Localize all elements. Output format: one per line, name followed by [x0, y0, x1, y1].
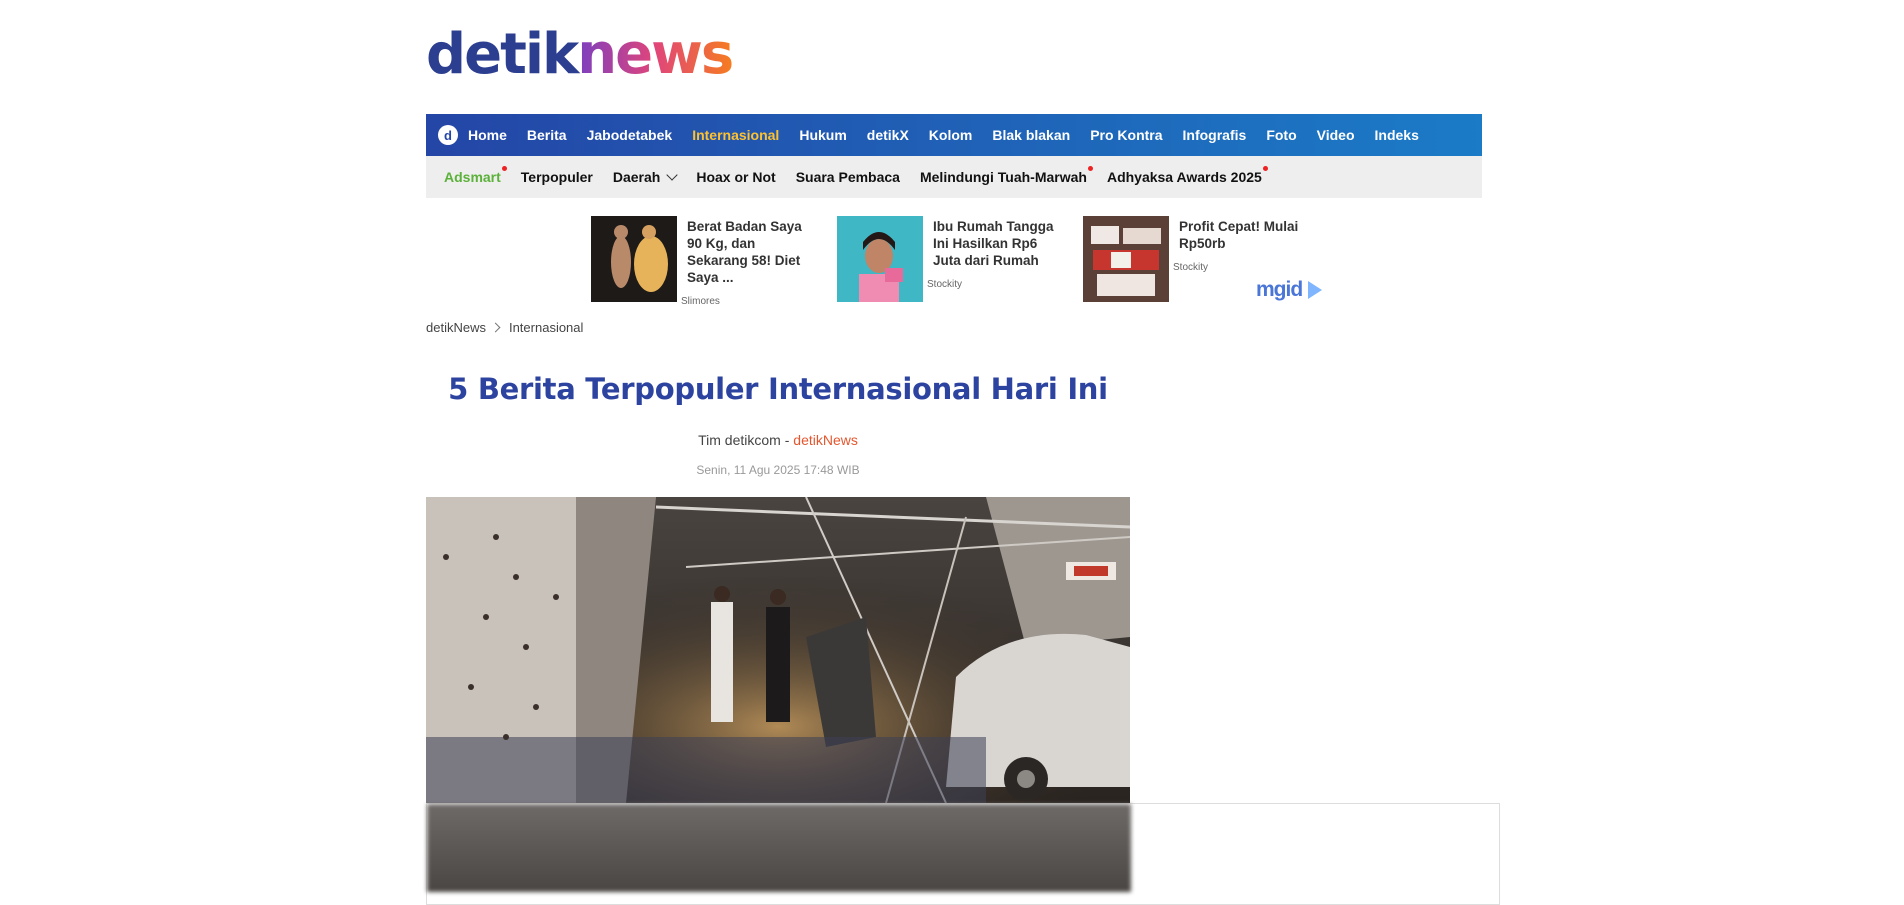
ad-source: Stockity — [1173, 262, 1209, 273]
nav-item-indeks[interactable]: Indeks — [1375, 127, 1419, 143]
subnav-item-adsmart[interactable]: Adsmart — [444, 166, 507, 185]
subnav-item-hoax-or-not[interactable]: Hoax or Not — [696, 169, 775, 185]
ad-title: Ibu Rumah Tangga Ini Hasilkan Rp6 Juta d… — [933, 219, 1054, 268]
subnav-label: Daerah — [612, 169, 661, 185]
logo-text-detik: detik — [426, 22, 579, 87]
sponsored-ads: Berat Badan Saya 90 Kg, dan Sekarang 58!… — [591, 216, 1331, 307]
nav-item-video[interactable]: Video — [1317, 127, 1355, 143]
sticky-ad-overlay[interactable] — [426, 803, 1500, 905]
article-source[interactable]: detikNews — [793, 432, 858, 448]
blurred-image — [427, 804, 1131, 892]
breadcrumb: detikNews Internasional — [426, 320, 583, 335]
nav-item-jabodetabek[interactable]: Jabodetabek — [587, 127, 673, 143]
byline-separator: - — [780, 432, 794, 448]
nav-item-detikx[interactable]: detikX — [867, 127, 909, 143]
mgid-logo[interactable]: mgid — [1256, 278, 1323, 302]
article-title: 5 Berita Terpopuler Internasional Hari I… — [448, 372, 1108, 406]
subnav-item-melindungi[interactable]: Melindungi Tuah-Marwah — [919, 166, 1093, 185]
ad-thumbnail — [591, 216, 677, 302]
ad-source: Slimores — [681, 296, 720, 307]
nav-item-home[interactable]: Home — [468, 127, 507, 143]
play-icon — [1308, 281, 1323, 300]
article-author: Tim detikcom — [698, 432, 781, 448]
ad-title: Berat Badan Saya 90 Kg, dan Sekarang 58!… — [687, 219, 802, 285]
new-dot-icon — [1262, 166, 1268, 171]
chevron-right-icon — [490, 322, 501, 333]
ad-card[interactable]: Ibu Rumah Tangga Ini Hasilkan Rp6 Juta d… — [837, 216, 1067, 304]
ad-title: Profit Cepat! Mulai Rp50rb — [1179, 219, 1299, 251]
subnav-item-suara-pembaca[interactable]: Suara Pembaca — [796, 169, 900, 185]
article-image — [426, 497, 1130, 803]
nav-item-blak-blakan[interactable]: Blak blakan — [992, 127, 1070, 143]
nav-item-internasional[interactable]: Internasional — [692, 127, 779, 143]
secondary-nav: Adsmart Terpopuler Daerah Hoax or Not Su… — [426, 156, 1482, 198]
nav-item-berita[interactable]: Berita — [527, 127, 567, 143]
breadcrumb-item-internasional[interactable]: Internasional — [509, 320, 583, 335]
ad-thumbnail — [837, 216, 923, 302]
ad-card[interactable]: Berat Badan Saya 90 Kg, dan Sekarang 58!… — [591, 216, 821, 307]
new-dot-icon — [501, 166, 507, 171]
subnav-item-daerah[interactable]: Daerah — [612, 169, 679, 185]
subnav-label: Melindungi Tuah-Marwah — [919, 169, 1087, 185]
breadcrumb-item-detiknews[interactable]: detikNews — [426, 320, 486, 335]
chevron-down-icon — [666, 169, 679, 181]
logo-text-news: news — [577, 22, 734, 87]
subnav-label: Adsmart — [444, 169, 501, 185]
mgid-text: mgid — [1256, 278, 1303, 301]
detik-logo-icon[interactable]: d — [438, 125, 458, 145]
nav-item-kolom[interactable]: Kolom — [929, 127, 973, 143]
nav-item-hukum[interactable]: Hukum — [799, 127, 846, 143]
primary-nav: d Home Berita Jabodetabek Internasional … — [426, 114, 1482, 156]
ad-thumbnail — [1083, 216, 1169, 302]
nav-item-pro-kontra[interactable]: Pro Kontra — [1090, 127, 1162, 143]
subnav-item-adhyaksa[interactable]: Adhyaksa Awards 2025 — [1106, 166, 1268, 185]
subnav-label: Adhyaksa Awards 2025 — [1106, 169, 1262, 185]
article-photo[interactable] — [426, 497, 1130, 803]
subnav-item-terpopuler[interactable]: Terpopuler — [521, 169, 593, 185]
new-dot-icon — [1087, 166, 1093, 171]
article-date: Senin, 11 Agu 2025 17:48 WIB — [696, 463, 860, 477]
nav-item-infografis[interactable]: Infografis — [1183, 127, 1247, 143]
article-byline: Tim detikcom - detikNews — [426, 432, 1130, 448]
ad-source: Stockity — [927, 279, 963, 290]
detiknews-logo[interactable]: detiknews — [426, 22, 734, 88]
nav-item-foto[interactable]: Foto — [1266, 127, 1296, 143]
